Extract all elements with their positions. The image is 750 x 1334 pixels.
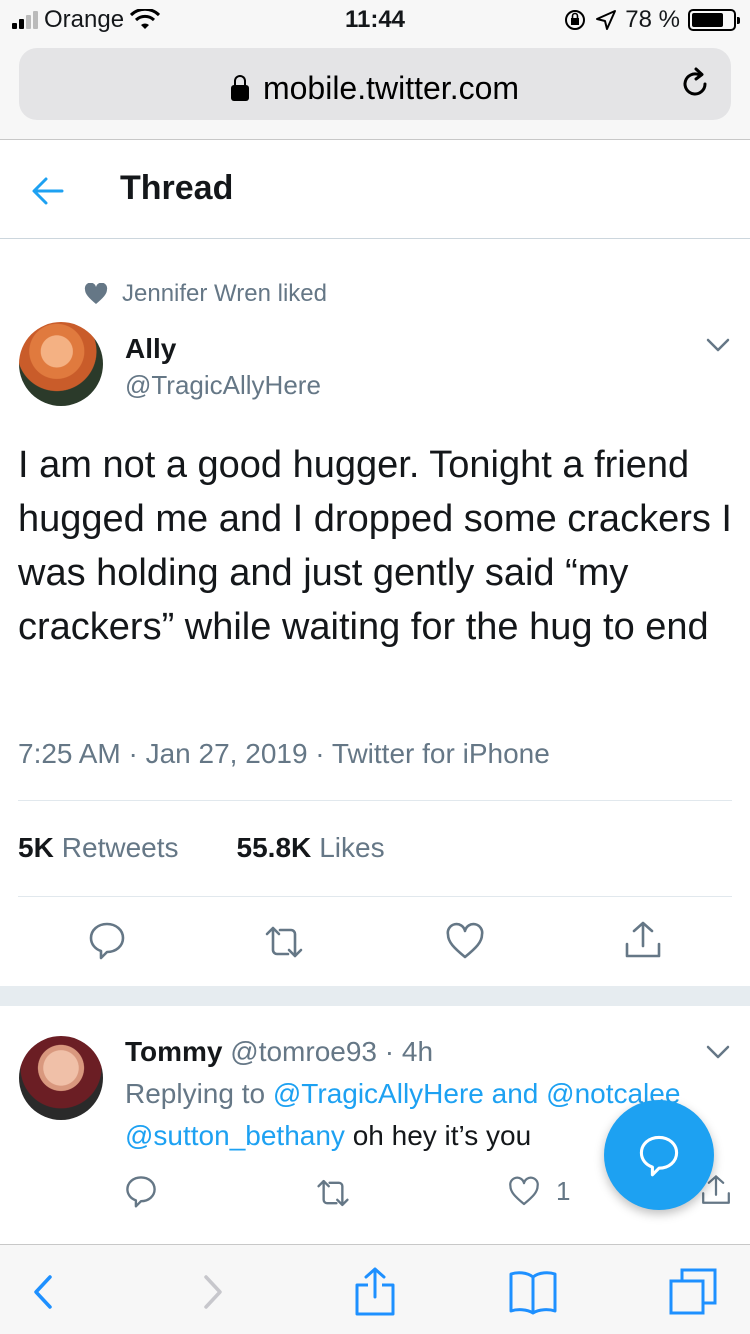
tweet-actions: [0, 920, 750, 964]
safari-share-icon[interactable]: [350, 1267, 400, 1317]
battery-icon: [688, 9, 740, 31]
chevron-down-icon[interactable]: [706, 338, 730, 352]
back-arrow-icon[interactable]: [30, 173, 66, 209]
location-icon: [596, 10, 617, 30]
divider: [18, 800, 732, 801]
thread-header: Thread: [0, 141, 750, 239]
reload-icon[interactable]: [677, 66, 713, 102]
liked-by-text: Jennifer Wren liked: [122, 280, 327, 307]
safari-back-icon[interactable]: [20, 1267, 70, 1317]
author-handle[interactable]: @TragicAllyHere: [125, 370, 321, 401]
battery-percent: 78 %: [625, 6, 680, 33]
replying-prefix: Replying to: [125, 1078, 266, 1109]
retweets-count: 5K: [18, 832, 54, 863]
url-display[interactable]: mobile.twitter.com: [19, 70, 731, 107]
share-icon[interactable]: [623, 920, 663, 960]
status-right: 78 %: [563, 6, 740, 34]
url-text: mobile.twitter.com: [262, 70, 520, 106]
tweet-timestamp[interactable]: 7:25 AM · Jan 27, 2019 · Twitter for iPh…: [18, 738, 550, 770]
address-bar[interactable]: mobile.twitter.com: [19, 48, 731, 120]
like-heart-icon[interactable]: [445, 922, 485, 962]
mention-link[interactable]: @TragicAllyHere: [273, 1078, 484, 1109]
heart-icon: [84, 283, 108, 304]
browser-toolbar: [0, 1244, 750, 1334]
like-heart-icon[interactable]: [508, 1176, 540, 1208]
reply-icon[interactable]: [87, 920, 127, 960]
likes-count: 55.8K: [236, 832, 312, 863]
avatar[interactable]: [19, 322, 103, 406]
reply-time: · 4h: [384, 1036, 434, 1067]
retweet-icon[interactable]: [316, 1176, 350, 1210]
status-bar: Orange 11:44 78 %: [0, 0, 750, 40]
retweets-stat[interactable]: 5K Retweets: [18, 832, 179, 864]
divider: [18, 896, 732, 897]
and-text: and: [491, 1078, 539, 1109]
reply-like-count: 1: [556, 1176, 571, 1206]
tweet-text: I am not a good hugger. Tonight a friend…: [18, 444, 732, 648]
lock-icon: [230, 75, 249, 101]
tweet-stats: 5K Retweets 55.8K Likes: [18, 832, 385, 864]
orientation-lock-icon: [565, 10, 586, 30]
safari-forward-icon[interactable]: [186, 1267, 236, 1317]
likes-stat[interactable]: 55.8K Likes: [237, 832, 385, 864]
mention-link[interactable]: @sutton_bethany: [125, 1120, 345, 1151]
social-context[interactable]: Jennifer Wren liked: [84, 280, 327, 308]
tabs-icon[interactable]: [668, 1267, 718, 1317]
retweets-label: Retweets: [61, 832, 179, 863]
reply-text: oh hey it’s you: [352, 1120, 532, 1151]
reply-icon[interactable]: [124, 1174, 158, 1208]
reply-author-name[interactable]: Tommy: [125, 1036, 223, 1067]
reply-text-row: @sutton_bethany oh hey it’s you: [125, 1120, 531, 1152]
browser-top-bar: mobile.twitter.com: [0, 40, 750, 140]
author-name[interactable]: Ally: [125, 333, 176, 365]
reply-chevron-down-icon[interactable]: [706, 1045, 730, 1059]
likes-label: Likes: [319, 832, 385, 863]
reply-header: Tommy @tomroe93 · 4h: [125, 1036, 433, 1068]
section-separator: [0, 986, 750, 1006]
page-title: Thread: [120, 169, 234, 207]
compose-reply-button[interactable]: [604, 1100, 714, 1210]
retweet-icon[interactable]: [264, 922, 304, 962]
bookmarks-icon[interactable]: [508, 1267, 558, 1317]
reply-avatar[interactable]: [19, 1036, 103, 1120]
replying-to: Replying to @TragicAllyHere and @notcale…: [125, 1078, 680, 1110]
reply-author-handle[interactable]: @tomroe93: [230, 1036, 377, 1067]
compose-reply-icon: [639, 1135, 679, 1177]
